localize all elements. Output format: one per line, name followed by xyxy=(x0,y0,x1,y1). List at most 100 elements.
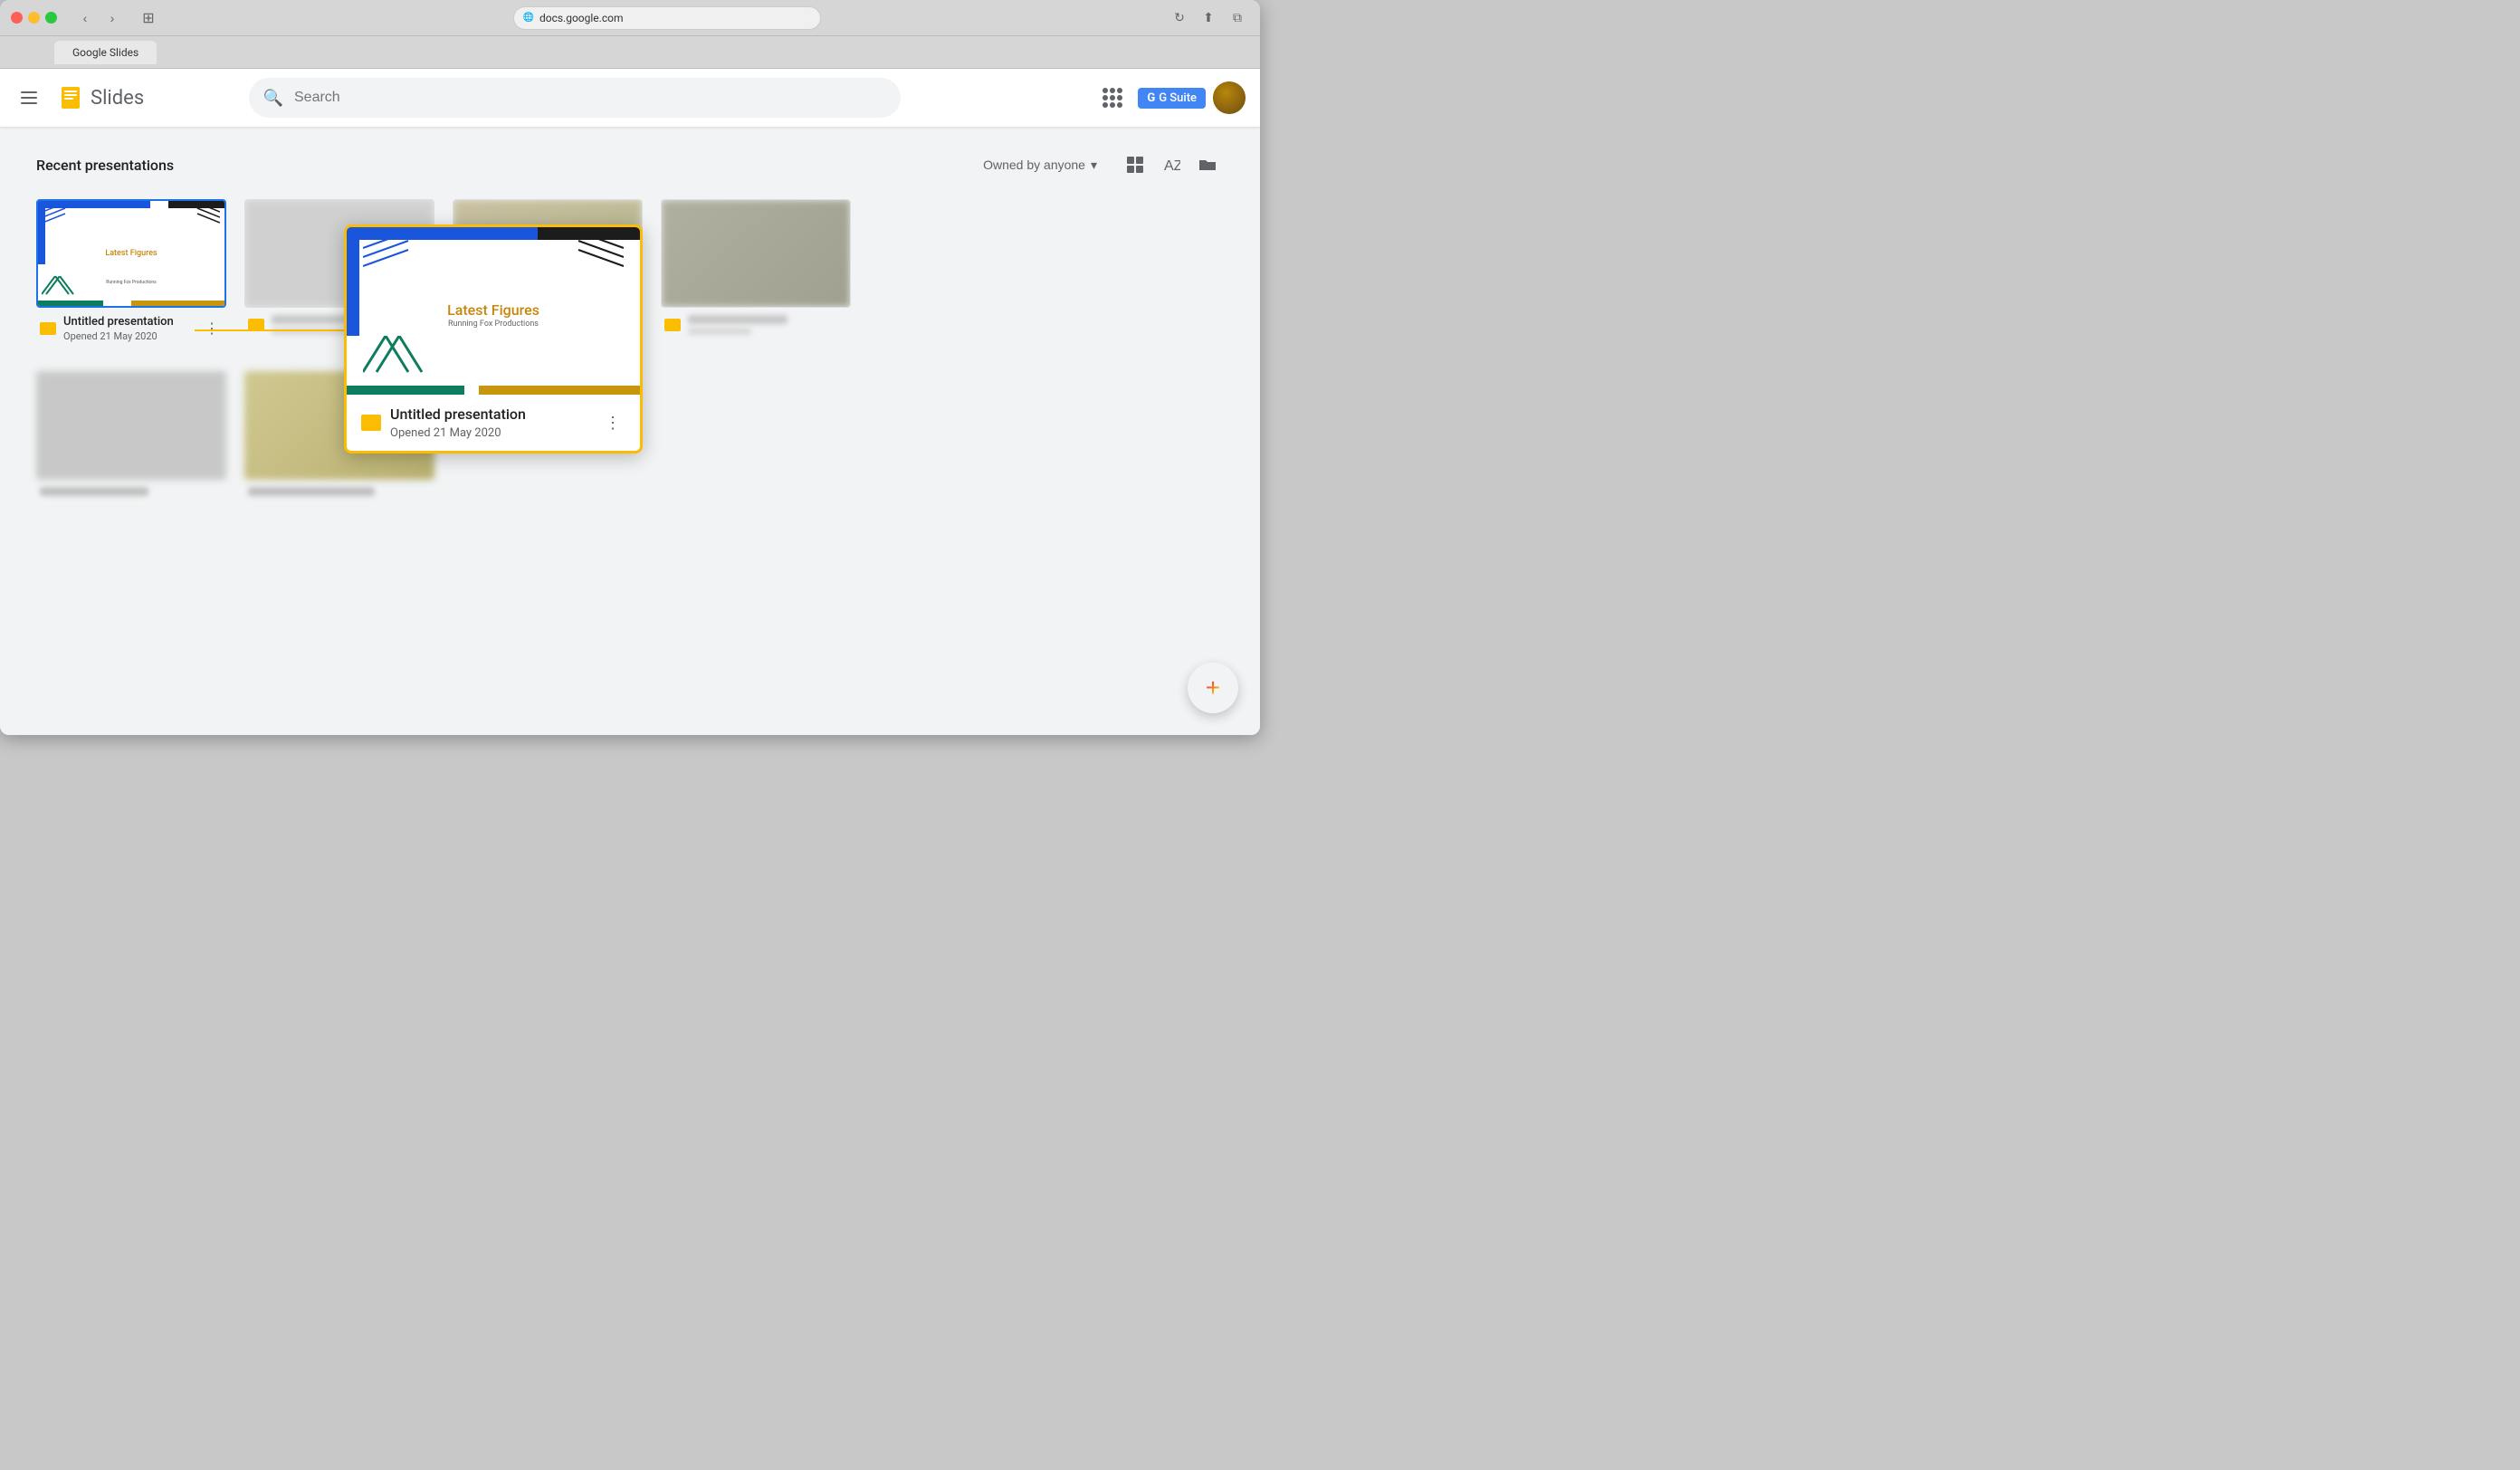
maximize-button[interactable] xyxy=(45,12,57,24)
section-header: Recent presentations Owned by anyone ▾ xyxy=(36,148,1224,181)
zoom-card-details: Untitled presentation Opened 21 May 2020 xyxy=(390,406,526,440)
tab-label: Google Slides xyxy=(72,46,138,59)
card-thumbnail-1[interactable]: Latest Figures Running Fox Productions xyxy=(36,199,226,308)
reload-button[interactable]: ↻ xyxy=(1168,9,1191,27)
fab-plus-icon: + xyxy=(1206,673,1220,702)
zt-teal-bottom xyxy=(347,386,464,395)
zt-lines-tl-icon xyxy=(363,232,417,277)
svg-text:AZ: AZ xyxy=(1164,158,1180,174)
blurred-info-6 xyxy=(244,480,434,503)
slides-file-icon-1 xyxy=(40,322,56,335)
apps-grid-icon xyxy=(1102,88,1122,108)
section-title: Recent presentations xyxy=(36,157,174,174)
slides-logo: Slides xyxy=(58,85,144,110)
traffic-lights xyxy=(11,12,57,24)
blurred-name-4 xyxy=(688,315,788,324)
browser-window: ‹ › ⊞ 🌐 docs.google.com ↻ ⬆ ⧉ Google Sli… xyxy=(0,0,1260,735)
gsuite-badge[interactable]: G G Suite xyxy=(1138,88,1206,109)
share-button[interactable]: ⬆ xyxy=(1197,9,1220,27)
thumb-subtitle: Running Fox Productions xyxy=(106,280,157,285)
blurred-date-2 xyxy=(272,328,353,335)
nav-buttons: ‹ › xyxy=(73,9,124,27)
thumb-title: Latest Figures xyxy=(105,249,157,258)
card-name-1: Untitled presentation xyxy=(63,315,194,329)
presentation-card-1[interactable]: Latest Figures Running Fox Productions xyxy=(36,199,226,349)
sort-button[interactable]: AZ xyxy=(1155,148,1188,181)
zt-subtitle: Running Fox Productions xyxy=(448,320,539,329)
zt-title: Latest Figures xyxy=(447,301,539,318)
card-info-4 xyxy=(661,308,851,342)
view-icons: AZ xyxy=(1119,148,1224,181)
search-input[interactable] xyxy=(294,90,886,106)
blurred-name-5 xyxy=(40,487,148,496)
tab-bar: Google Slides xyxy=(0,36,1260,69)
card-details-4 xyxy=(688,315,847,335)
card-thumbnail-4[interactable] xyxy=(661,199,851,308)
grid-view-button[interactable] xyxy=(1119,148,1151,181)
zt-gold-bottom xyxy=(479,386,640,395)
close-button[interactable] xyxy=(11,12,23,24)
address-bar[interactable]: 🌐 docs.google.com xyxy=(513,6,821,30)
zoom-thumb-inner: Latest Figures Running Fox Productions xyxy=(347,227,640,395)
blurred-thumb-4 xyxy=(662,200,850,307)
zoom-slides-icon xyxy=(361,415,381,431)
filter-label: Owned by anyone xyxy=(983,158,1085,172)
browser-titlebar: ‹ › ⊞ 🌐 docs.google.com ↻ ⬆ ⧉ xyxy=(0,0,1260,36)
slides-file-icon-2 xyxy=(248,319,264,331)
main-content: Slides 🔍 G G Suite xyxy=(0,69,1260,735)
sidebar-toggle-button[interactable]: ⊞ xyxy=(137,9,160,27)
presentation-card-4[interactable] xyxy=(661,199,851,349)
zt-teal-shape-icon xyxy=(363,336,435,381)
blurred-card-5 xyxy=(36,371,226,503)
active-tab[interactable]: Google Slides xyxy=(54,41,157,64)
zt-blue-left xyxy=(347,227,359,336)
search-bar[interactable]: 🔍 xyxy=(249,78,901,118)
pres-thumbnail-1: Latest Figures Running Fox Productions xyxy=(38,201,224,306)
blurred-date-4 xyxy=(688,328,751,335)
new-tab-button[interactable]: ⧉ xyxy=(1226,9,1249,27)
thumb-teal-bottom xyxy=(38,301,103,306)
filter-arrow-icon: ▾ xyxy=(1091,158,1097,173)
back-button[interactable]: ‹ xyxy=(73,9,97,27)
apps-grid-button[interactable] xyxy=(1094,80,1131,116)
zoom-more-button[interactable]: ⋮ xyxy=(600,410,625,435)
card-date-1: Opened 21 May 2020 xyxy=(63,330,194,342)
address-bar-container: 🌐 docs.google.com xyxy=(173,6,1160,30)
slides-logo-text: Slides xyxy=(91,87,144,110)
filter-controls: Owned by anyone ▾ xyxy=(972,148,1224,181)
thumb-gold-bottom xyxy=(131,301,224,306)
teal-shape-icon xyxy=(42,276,78,299)
header-right: G G Suite xyxy=(1094,80,1246,116)
card-details-1: Untitled presentation Opened 21 May 2020 xyxy=(63,315,194,342)
page-content: Recent presentations Owned by anyone ▾ xyxy=(0,127,1260,525)
folder-button[interactable] xyxy=(1191,148,1224,181)
browser-actions: ↻ ⬆ ⧉ xyxy=(1168,9,1249,27)
user-avatar[interactable] xyxy=(1213,81,1246,114)
blurred-info-5 xyxy=(36,480,226,503)
new-presentation-fab[interactable]: + xyxy=(1188,663,1238,713)
search-icon: 🔍 xyxy=(263,89,283,108)
gsuite-label: G Suite xyxy=(1159,91,1197,105)
card-more-button-1[interactable]: ⋮ xyxy=(201,318,223,339)
minimize-button[interactable] xyxy=(28,12,40,24)
owned-filter-button[interactable]: Owned by anyone ▾ xyxy=(972,152,1108,178)
url-text: docs.google.com xyxy=(539,12,624,24)
zoom-thumbnail: Latest Figures Running Fox Productions xyxy=(347,227,640,395)
thumb-lines-tr-icon xyxy=(193,203,220,230)
zoom-card-info: Untitled presentation Opened 21 May 2020… xyxy=(347,395,640,451)
slides-file-icon-4 xyxy=(664,319,681,331)
blurred-thumb-5 xyxy=(36,371,226,480)
slides-header: Slides 🔍 G G Suite xyxy=(0,69,1260,127)
slides-logo-icon xyxy=(58,85,83,110)
zoom-card-title: Untitled presentation xyxy=(390,406,526,423)
card-info-1: Untitled presentation Opened 21 May 2020… xyxy=(36,308,226,349)
zoom-tooltip: Latest Figures Running Fox Productions U… xyxy=(344,224,643,453)
zt-lines-tr-icon xyxy=(569,232,624,277)
gsuite-g: G xyxy=(1147,91,1155,105)
zoom-card-date: Opened 21 May 2020 xyxy=(390,426,526,440)
forward-button[interactable]: › xyxy=(100,9,124,27)
hamburger-menu-button[interactable] xyxy=(14,83,43,112)
lock-icon: 🌐 xyxy=(523,13,534,23)
thumb-lines-tl-icon xyxy=(43,203,70,230)
blurred-name-6 xyxy=(248,487,375,496)
